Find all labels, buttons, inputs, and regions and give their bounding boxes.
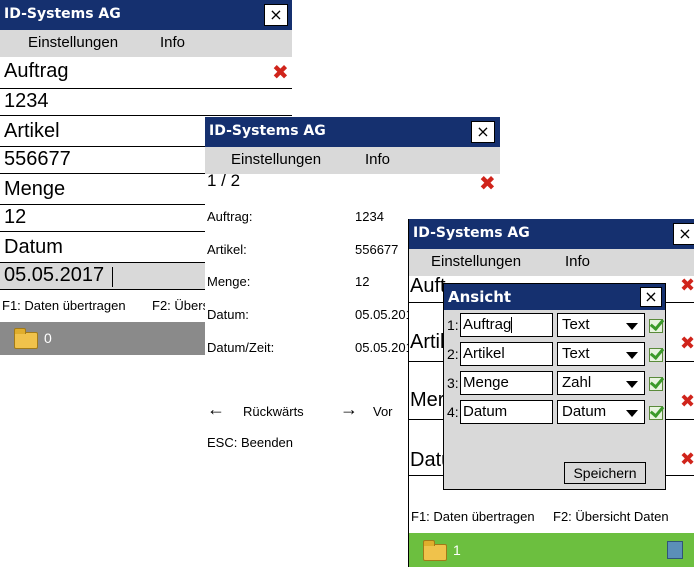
type-select[interactable]: Text [557, 342, 645, 366]
menu-info[interactable]: Info [565, 253, 590, 270]
menu-info[interactable]: Info [365, 151, 390, 168]
label-artikel: Artikel [4, 120, 60, 142]
bg-label: Mer [410, 389, 445, 411]
type-select-value: Text [562, 316, 590, 333]
field-name-value: Menge [463, 374, 509, 391]
auftrag-field[interactable]: 1234 [0, 88, 292, 116]
label-auftrag: Auftrag [4, 60, 69, 82]
row-label: Auftrag: [207, 209, 253, 224]
menu-bar: Einstellungen Info [205, 147, 500, 174]
record-count: 0 [44, 330, 52, 346]
type-select[interactable]: Datum [557, 400, 645, 424]
menu-settings[interactable]: Einstellungen [431, 253, 521, 270]
menu-settings[interactable]: Einstellungen [231, 151, 321, 168]
folder-icon [14, 328, 38, 349]
artikel-value: 556677 [4, 148, 71, 170]
esc-hint: ESC: Beenden [207, 435, 294, 450]
delete-icon[interactable]: ✖ [680, 333, 694, 354]
text-cursor [112, 267, 113, 287]
row-value: 1234 [355, 209, 384, 224]
title-bar: ID-Systems AG [205, 117, 500, 147]
dialog-title: Ansicht [448, 288, 512, 306]
delete-icon[interactable]: ✖ [272, 60, 289, 84]
auftrag-value: 1234 [4, 90, 49, 112]
title-bar: ID-Systems AG [409, 219, 694, 249]
close-button[interactable]: × [471, 121, 495, 143]
f1-hint: F1: Daten übertragen [2, 298, 126, 313]
delete-icon[interactable]: ✖ [479, 171, 496, 195]
chevron-down-icon [626, 352, 638, 359]
checkbox-icon[interactable] [649, 319, 663, 333]
sync-icon[interactable] [667, 541, 683, 559]
type-select-value: Text [562, 345, 590, 362]
type-select-value: Zahl [562, 374, 592, 391]
arrow-left-icon[interactable]: ← [207, 399, 225, 420]
folder-icon [423, 540, 447, 561]
label-menge: Menge [4, 178, 66, 200]
page-indicator: 1 / 2 [207, 171, 241, 190]
menge-value: 12 [4, 206, 27, 228]
menu-info[interactable]: Info [160, 34, 185, 51]
row-label: Datum/Zeit: [207, 340, 275, 355]
ansicht-dialog: Ansicht × 1: Auftrag Text 2: Artikel Tex… [443, 283, 666, 490]
dialog-close-button[interactable]: × [640, 287, 662, 307]
label-datum: Datum [4, 236, 63, 258]
row-value: 05.05.201 [355, 307, 413, 322]
chevron-down-icon [626, 381, 638, 388]
row-number: 3: [447, 375, 459, 391]
row-number: 2: [447, 346, 459, 362]
close-button[interactable]: × [264, 4, 288, 26]
dialog-title-bar: Ansicht [444, 284, 665, 310]
menu-bar: Einstellungen Info [0, 30, 292, 57]
row-value: 556677 [355, 242, 399, 257]
row-label: Artikel: [207, 242, 247, 257]
close-button[interactable]: × [673, 223, 694, 245]
save-button[interactable]: Speichern [564, 462, 646, 484]
f1-hint: F1: Daten übertragen [411, 509, 535, 524]
window-title: ID-Systems AG [209, 123, 326, 139]
menu-settings[interactable]: Einstellungen [28, 34, 118, 51]
field-name-value: Artikel [463, 345, 505, 362]
field-name-input[interactable]: Menge [460, 371, 553, 395]
status-bar: 1 [409, 533, 694, 567]
back-button[interactable]: Rückwärts [243, 404, 304, 419]
field-name-input[interactable]: Auftrag [460, 313, 553, 337]
row-number: 1: [447, 317, 459, 333]
f2-hint: F2: Übers [152, 298, 210, 313]
type-select[interactable]: Zahl [557, 371, 645, 395]
arrow-right-icon[interactable]: → [340, 399, 358, 420]
text-cursor [511, 317, 513, 334]
window-title: ID-Systems AG [4, 6, 121, 22]
forward-button[interactable]: Vor [373, 404, 393, 419]
title-bar: ID-Systems AG [0, 0, 292, 30]
delete-icon[interactable]: ✖ [680, 275, 694, 296]
f2-hint: F2: Übersicht Daten [553, 509, 669, 524]
delete-icon[interactable]: ✖ [680, 449, 694, 470]
chevron-down-icon [626, 410, 638, 417]
field-name-input[interactable]: Artikel [460, 342, 553, 366]
menu-bar: Einstellungen Info [409, 249, 694, 276]
field-name-value: Auftrag [463, 316, 512, 333]
row-label: Datum: [207, 307, 249, 322]
field-name-value: Datum [463, 403, 508, 420]
row-value: 05.05.201 [355, 340, 413, 355]
row-number: 4: [447, 404, 459, 420]
row-label: Menge: [207, 274, 251, 289]
window-title: ID-Systems AG [413, 225, 530, 241]
checkbox-icon[interactable] [649, 406, 663, 420]
delete-icon[interactable]: ✖ [680, 391, 694, 412]
type-select[interactable]: Text [557, 313, 645, 337]
record-count: 1 [453, 542, 461, 558]
checkbox-icon[interactable] [649, 377, 663, 391]
field-name-input[interactable]: Datum [460, 400, 553, 424]
checkbox-icon[interactable] [649, 348, 663, 362]
chevron-down-icon [626, 323, 638, 330]
type-select-value: Datum [562, 403, 607, 420]
datum-value: 05.05.2017 [4, 264, 105, 286]
bg-label: Auft [410, 275, 446, 297]
row-value: 12 [355, 274, 370, 289]
